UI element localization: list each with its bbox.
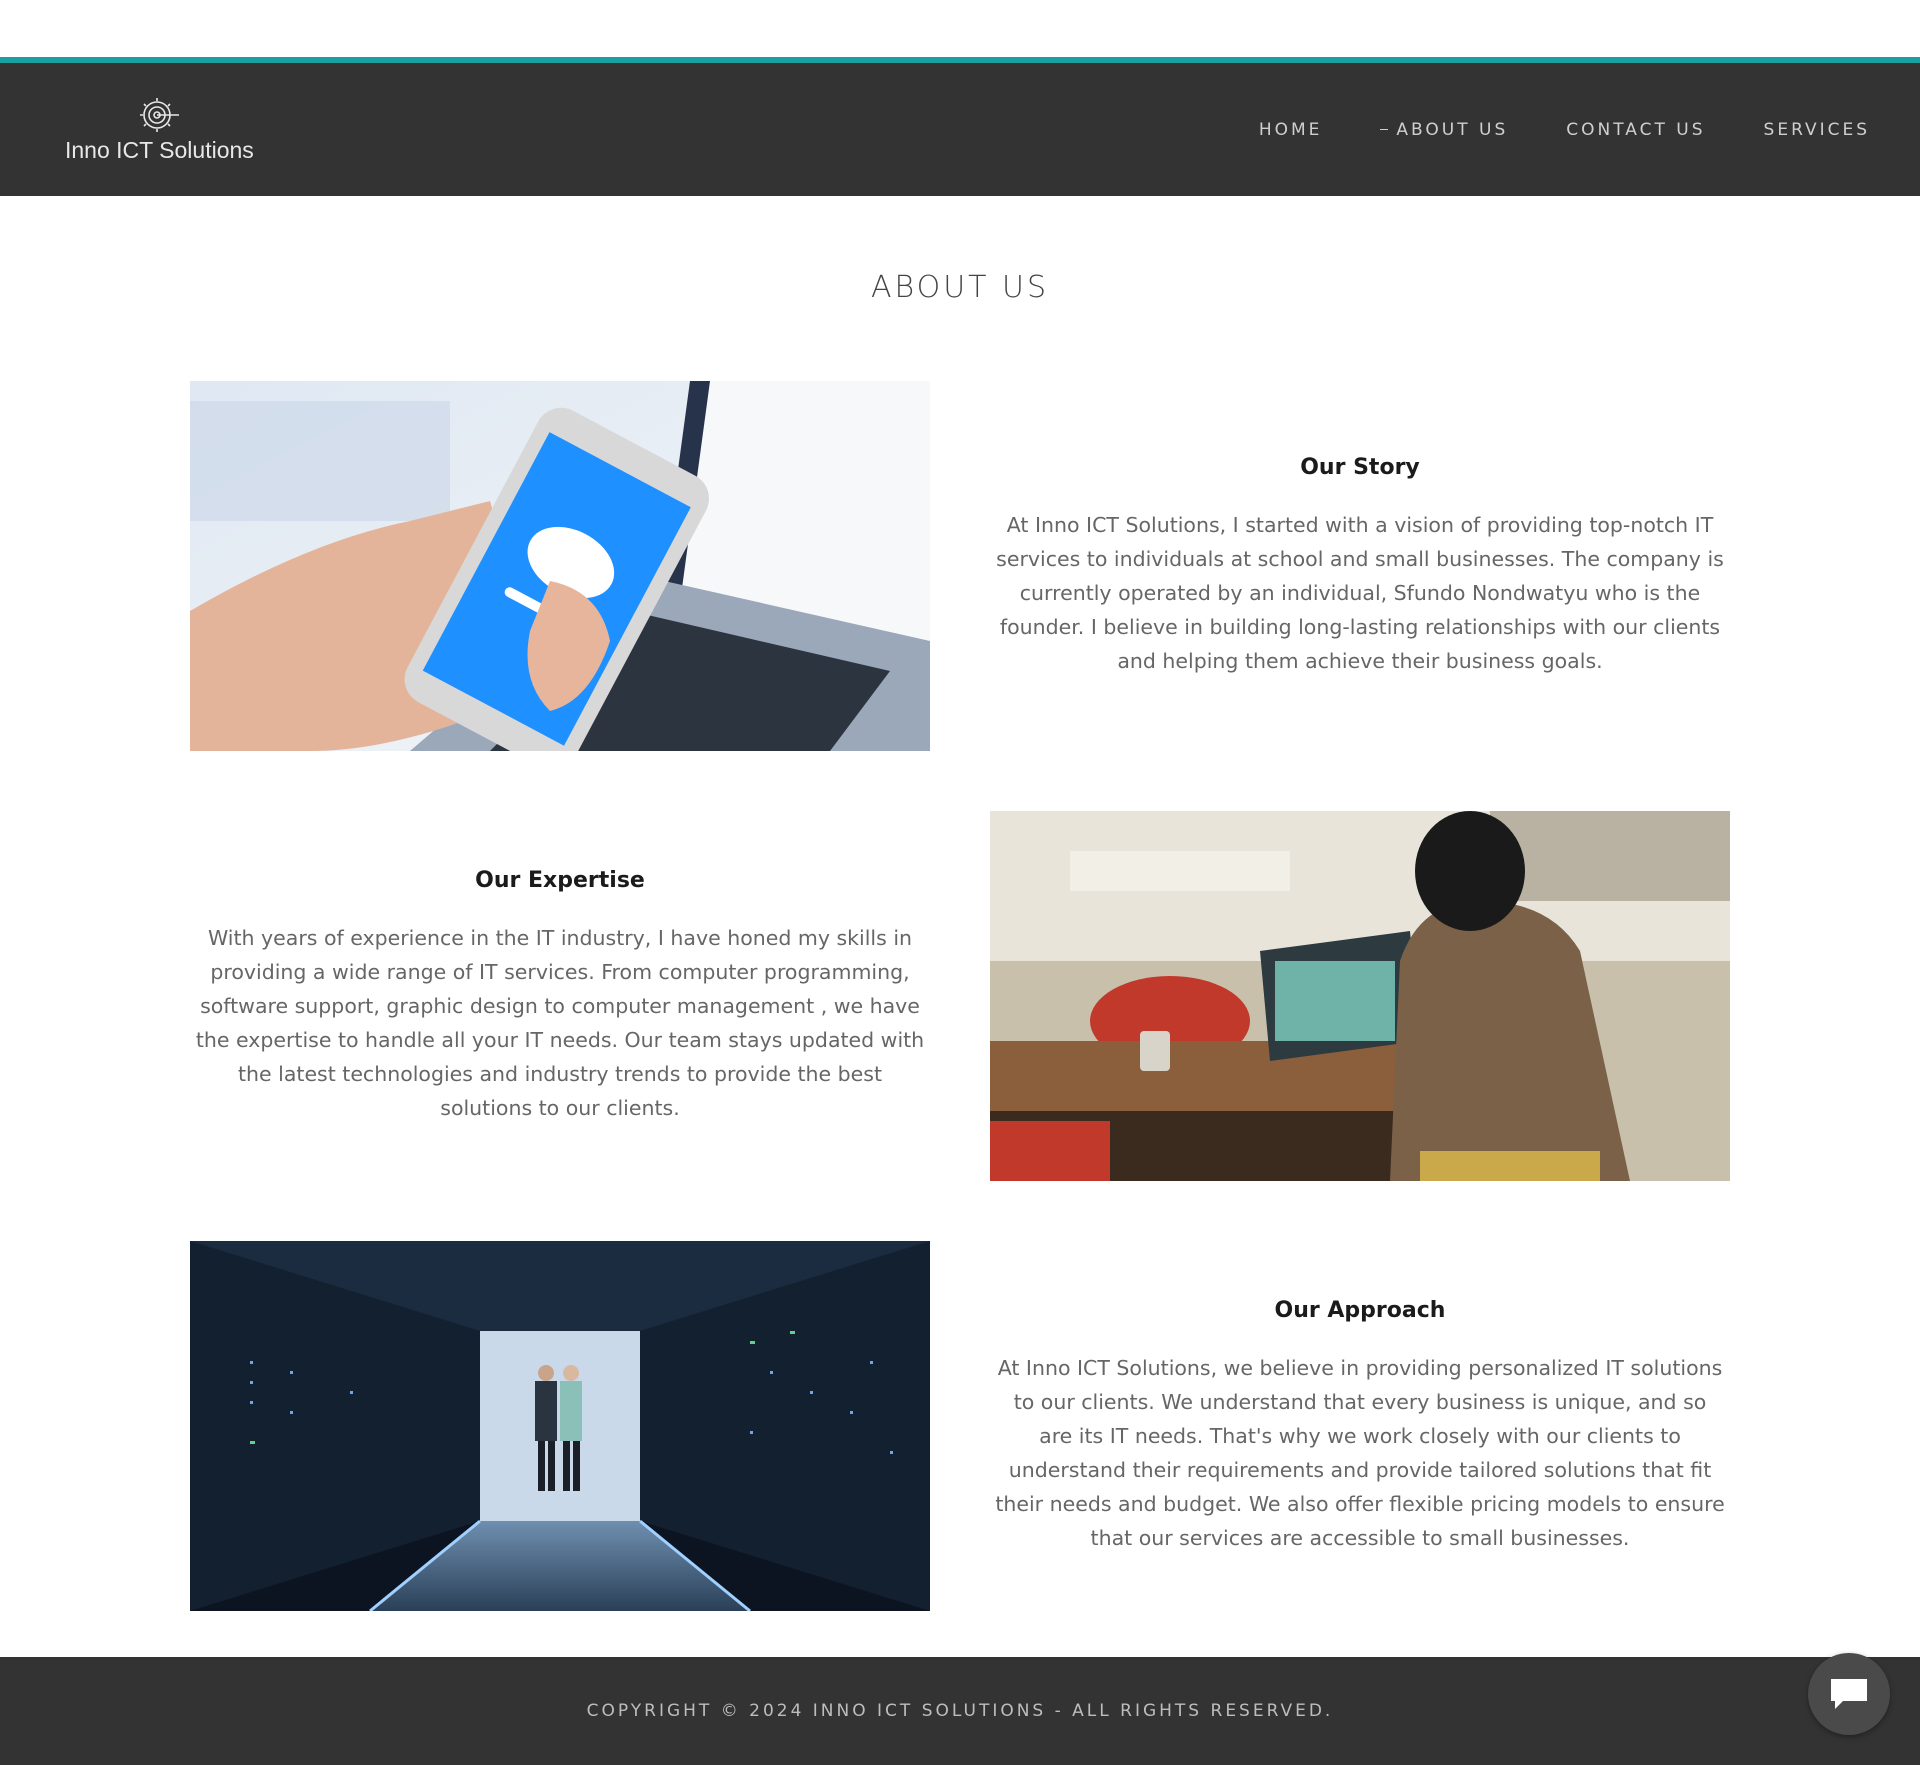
our-approach-text: Our Approach At Inno ICT Solutions, we b… bbox=[990, 1241, 1730, 1611]
gear-target-icon bbox=[140, 98, 180, 132]
chat-bubble-icon bbox=[1831, 1679, 1867, 1709]
nav-about-us[interactable]: ABOUT US bbox=[1380, 120, 1508, 140]
data-center-image bbox=[190, 1241, 930, 1611]
our-approach-body: At Inno ICT Solutions, we believe in pro… bbox=[995, 1355, 1725, 1550]
our-expertise-body: With years of experience in the IT indus… bbox=[195, 925, 925, 1120]
site-footer: COPYRIGHT © 2024 INNO ICT SOLUTIONS - AL… bbox=[0, 1657, 1920, 1765]
our-expertise-heading: Our Expertise bbox=[475, 867, 645, 893]
page-title: ABOUT US bbox=[870, 270, 1050, 305]
phone-cloud-upload-photo bbox=[190, 381, 930, 751]
section-our-story: Our Story At Inno ICT Solutions, I start… bbox=[0, 381, 1920, 751]
our-story-text: Our Story At Inno ICT Solutions, I start… bbox=[990, 381, 1730, 751]
main-content: ABOUT US Our Story At Inno ICT Solutions… bbox=[0, 196, 1920, 1611]
brand-name: Inno ICT Solutions bbox=[65, 137, 254, 163]
our-expertise-text: Our Expertise With years of experience i… bbox=[190, 811, 930, 1181]
chat-button[interactable] bbox=[1808, 1653, 1890, 1735]
copyright-text: COPYRIGHT © 2024 INNO ICT SOLUTIONS - AL… bbox=[586, 1701, 1334, 1721]
our-approach-heading: Our Approach bbox=[1274, 1297, 1446, 1323]
active-indicator bbox=[1380, 129, 1389, 130]
nav-services-label: SERVICES bbox=[1763, 119, 1870, 140]
person-at-laptop-photo bbox=[990, 811, 1730, 1181]
person-at-laptop-image bbox=[990, 811, 1730, 1181]
brand-logo[interactable]: Inno ICT Solutions bbox=[65, 95, 254, 164]
nav-services[interactable]: SERVICES bbox=[1764, 120, 1870, 140]
nav-about-us-label: ABOUT US bbox=[1396, 119, 1509, 140]
nav-home[interactable]: HOME bbox=[1259, 120, 1323, 140]
site-header: Inno ICT Solutions HOME ABOUT US CONTACT… bbox=[0, 63, 1920, 196]
main-nav: HOME ABOUT US CONTACT US SERVICES bbox=[1259, 120, 1870, 140]
our-story-body: At Inno ICT Solutions, I started with a … bbox=[996, 512, 1724, 673]
phone-cloud-upload-image bbox=[190, 381, 930, 751]
data-center-photo bbox=[190, 1241, 930, 1611]
our-story-heading: Our Story bbox=[1300, 454, 1420, 480]
nav-contact-us[interactable]: CONTACT US bbox=[1566, 120, 1705, 140]
section-our-approach: Our Approach At Inno ICT Solutions, we b… bbox=[0, 1241, 1920, 1611]
nav-contact-us-label: CONTACT US bbox=[1566, 119, 1706, 140]
top-strip bbox=[0, 0, 1920, 57]
nav-home-label: HOME bbox=[1258, 119, 1323, 140]
section-our-expertise: Our Expertise With years of experience i… bbox=[0, 811, 1920, 1181]
